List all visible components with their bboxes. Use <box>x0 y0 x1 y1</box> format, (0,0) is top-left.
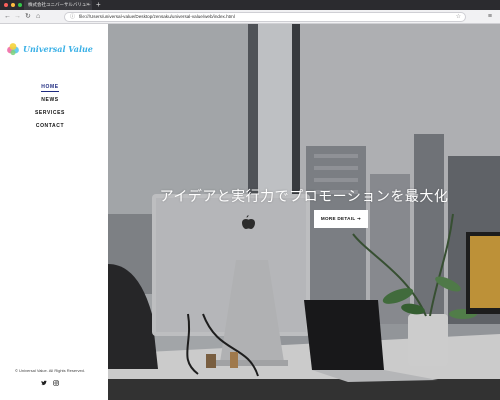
maximize-window-button[interactable] <box>18 3 22 7</box>
nav-item-home[interactable]: HOME <box>0 82 100 95</box>
minimize-window-button[interactable] <box>11 3 15 7</box>
forward-icon[interactable]: → <box>14 12 21 22</box>
nav-item-news[interactable]: NEWS <box>0 95 100 108</box>
social-links <box>0 380 100 386</box>
browser-tab[interactable]: 株式会社ユニバーサルバリュー ✕ <box>24 0 92 10</box>
hero-section: アイデアと実行力でプロモーションを最大化 MORE DETAIL ➔ <box>108 24 500 400</box>
nav-item-contact[interactable]: CONTACT <box>0 121 100 134</box>
back-icon[interactable]: ← <box>4 12 11 22</box>
more-detail-button[interactable]: MORE DETAIL ➔ <box>314 210 368 228</box>
home-icon[interactable]: ⌂ <box>36 12 40 22</box>
nav-item-label: NEWS <box>41 97 59 103</box>
bookmark-star-icon[interactable]: ☆ <box>456 13 461 21</box>
main-nav: HOME NEWS SERVICES CONTACT <box>0 82 100 134</box>
sidebar: Universal Value HOME NEWS SERVICES CONTA… <box>0 24 108 400</box>
tab-bar: 株式会社ユニバーサルバリュー ✕ + <box>0 0 500 10</box>
new-tab-button[interactable]: + <box>96 0 101 10</box>
copyright-text: © Universal Value. All Rights Reserved. <box>14 368 85 373</box>
nav-item-label: SERVICES <box>35 110 65 116</box>
logo-text: Universal Value <box>23 44 93 54</box>
address-bar-url: file:///Users/universal-value/Desktop/ze… <box>79 14 235 19</box>
close-window-button[interactable] <box>4 3 8 7</box>
window-controls <box>4 3 22 7</box>
nav-item-label: CONTACT <box>35 123 65 129</box>
browser-window: 株式会社ユニバーサルバリュー ✕ + ← → ↻ ⌂ ⓘ file:///Use… <box>0 0 500 400</box>
nav-item-label: HOME <box>41 84 59 92</box>
logo-mark-icon <box>7 43 19 56</box>
close-tab-icon[interactable]: ✕ <box>86 0 90 10</box>
address-bar[interactable]: ⓘ file:///Users/universal-value/Desktop/… <box>64 12 466 22</box>
reload-icon[interactable]: ↻ <box>25 12 31 22</box>
browser-toolbar: ← → ↻ ⌂ ⓘ file:///Users/universal-value/… <box>0 10 500 24</box>
hero-background-photo <box>108 24 500 400</box>
menu-icon[interactable]: ≡ <box>488 12 492 22</box>
site-logo[interactable]: Universal Value <box>6 42 93 56</box>
tab-title: 株式会社ユニバーサルバリュー <box>28 2 91 7</box>
page-info-icon[interactable]: ⓘ <box>70 13 75 21</box>
nav-item-services[interactable]: SERVICES <box>0 108 100 121</box>
hero-caption: アイデアと実行力でプロモーションを最大化 <box>159 188 449 204</box>
twitter-icon[interactable] <box>41 380 47 386</box>
instagram-icon[interactable] <box>53 380 59 386</box>
